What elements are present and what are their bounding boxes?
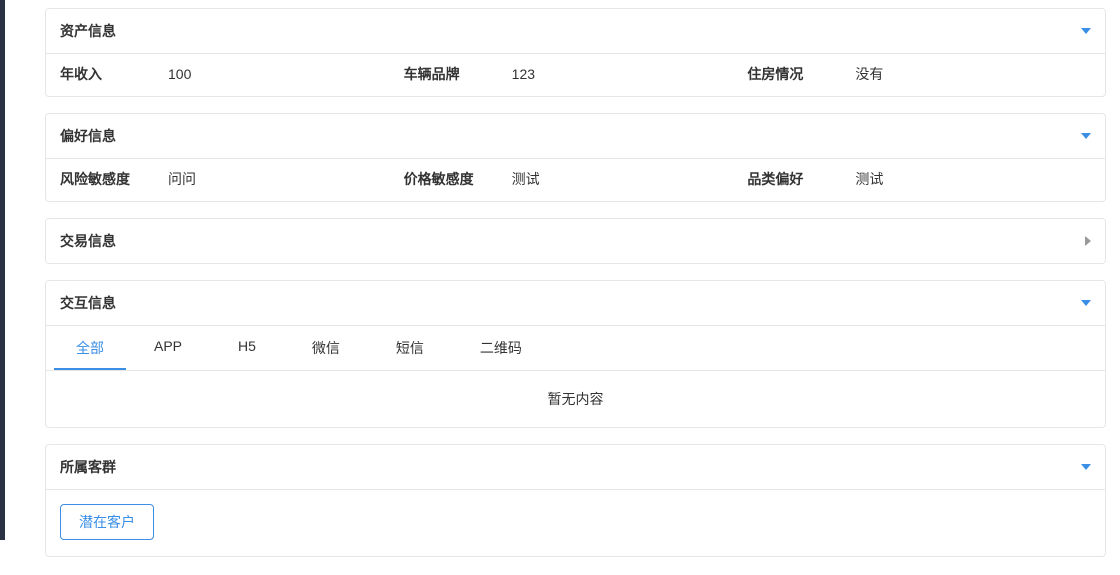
panel-interaction-info: 交互信息 全部 APP H5 微信 短信 二维码 暂无内容 <box>45 280 1106 428</box>
asset-vehicle-field: 车辆品牌 123 <box>404 64 748 84</box>
segment-chip-prospect[interactable]: 潜在客户 <box>60 504 154 540</box>
tab-wechat[interactable]: 微信 <box>284 326 368 370</box>
panel-preference-info-title: 偏好信息 <box>60 126 116 146</box>
panel-segment-title: 所属客群 <box>60 457 116 477</box>
preference-risk-field: 风险敏感度 问问 <box>60 169 404 189</box>
asset-income-label: 年收入 <box>60 64 168 84</box>
tab-h5[interactable]: H5 <box>210 326 284 370</box>
tab-sms[interactable]: 短信 <box>368 326 452 370</box>
panel-segment: 所属客群 潜在客户 <box>45 444 1106 557</box>
panel-asset-info-header[interactable]: 资产信息 <box>46 9 1105 53</box>
panel-interaction-info-header[interactable]: 交互信息 <box>46 281 1105 325</box>
tab-app[interactable]: APP <box>126 326 210 370</box>
preference-info-row: 风险敏感度 问问 价格敏感度 测试 品类偏好 测试 <box>46 158 1105 201</box>
caret-down-icon <box>1081 133 1091 139</box>
asset-housing-value: 没有 <box>855 64 883 84</box>
panel-transaction-info-header[interactable]: 交易信息 <box>46 219 1105 263</box>
preference-risk-value: 问问 <box>168 169 196 189</box>
preference-category-label: 品类偏好 <box>747 169 855 189</box>
caret-right-icon <box>1085 236 1091 246</box>
panel-transaction-info: 交易信息 <box>45 218 1106 264</box>
preference-price-label: 价格敏感度 <box>404 169 512 189</box>
preference-price-value: 测试 <box>512 169 540 189</box>
preference-risk-label: 风险敏感度 <box>60 169 168 189</box>
panel-preference-info: 偏好信息 风险敏感度 问问 价格敏感度 测试 品类偏好 测试 <box>45 113 1106 202</box>
tab-all[interactable]: 全部 <box>54 326 126 370</box>
preference-category-field: 品类偏好 测试 <box>747 169 1091 189</box>
caret-down-icon <box>1081 464 1091 470</box>
asset-vehicle-label: 车辆品牌 <box>404 64 512 84</box>
panel-interaction-info-title: 交互信息 <box>60 293 116 313</box>
panel-preference-info-header[interactable]: 偏好信息 <box>46 114 1105 158</box>
caret-down-icon <box>1081 300 1091 306</box>
panel-asset-info: 资产信息 年收入 100 车辆品牌 123 住房情况 没有 <box>45 8 1106 97</box>
interaction-empty-text: 暂无内容 <box>46 371 1105 427</box>
asset-housing-label: 住房情况 <box>747 64 855 84</box>
caret-down-icon <box>1081 28 1091 34</box>
preference-price-field: 价格敏感度 测试 <box>404 169 748 189</box>
preference-category-value: 测试 <box>855 169 883 189</box>
asset-income-value: 100 <box>168 66 191 82</box>
asset-housing-field: 住房情况 没有 <box>747 64 1091 84</box>
asset-income-field: 年收入 100 <box>60 64 404 84</box>
segment-chip-row: 潜在客户 <box>46 489 1105 556</box>
panel-transaction-info-title: 交易信息 <box>60 231 116 251</box>
asset-vehicle-value: 123 <box>512 66 535 82</box>
asset-info-row: 年收入 100 车辆品牌 123 住房情况 没有 <box>46 53 1105 96</box>
panel-segment-header[interactable]: 所属客群 <box>46 445 1105 489</box>
tab-qrcode[interactable]: 二维码 <box>452 326 550 370</box>
panel-asset-info-title: 资产信息 <box>60 21 116 41</box>
left-edge-bar <box>0 0 5 540</box>
interaction-tabs: 全部 APP H5 微信 短信 二维码 <box>46 326 1105 371</box>
